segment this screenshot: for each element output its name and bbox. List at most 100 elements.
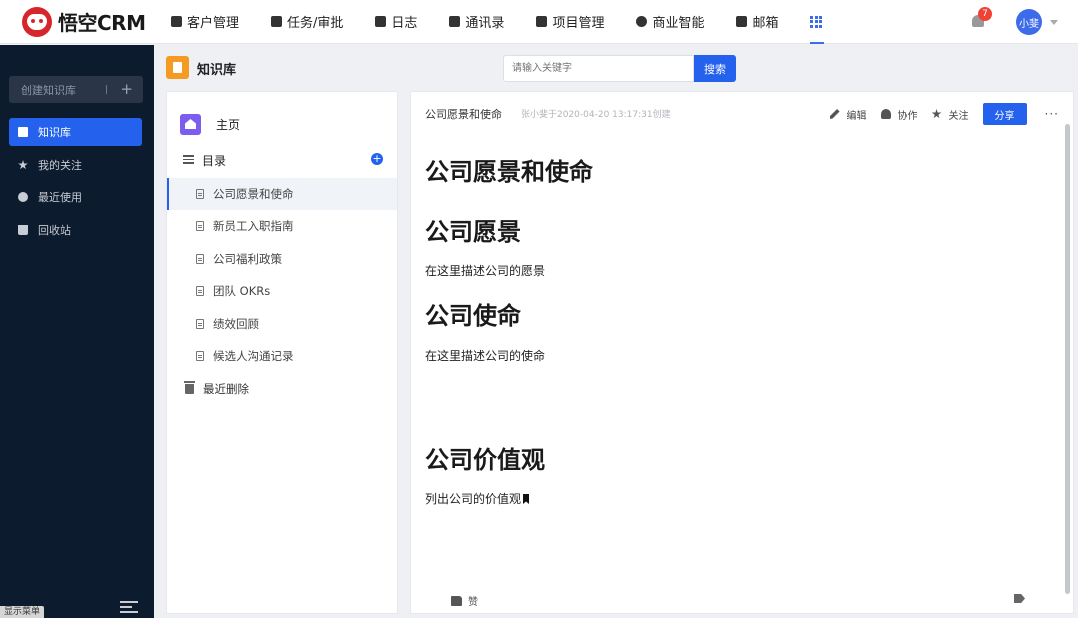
collaborate-label: 协作 <box>897 110 918 122</box>
doc-heading: 公司愿景 <box>425 218 521 246</box>
home-label: 主页 <box>216 118 241 132</box>
tree-doc-label: 新员工入职指南 <box>213 219 294 233</box>
contacts-icon <box>449 16 461 27</box>
nav-label: 商业智能 <box>652 16 705 31</box>
tree-doc-item[interactable]: 新员工入职指南 <box>167 210 397 242</box>
tree-doc-item[interactable]: 候选人沟通记录 <box>167 340 397 372</box>
recently-deleted-label: 最近删除 <box>203 382 249 396</box>
notification-badge: 7 <box>978 7 992 21</box>
search-input[interactable] <box>503 55 694 82</box>
content-header: 知识库 搜索 <box>154 45 1078 91</box>
doc-tree-panel: 主页 目录 + 公司愿景和使命 新员工入职指南 公司福利政策 团队 OKRs 绩… <box>166 91 398 614</box>
create-knowledge-base-button[interactable]: 创建知识库 + <box>9 76 143 103</box>
list-icon <box>183 155 194 166</box>
collapse-menu-icon[interactable] <box>120 601 138 616</box>
doc-heading: 公司价值观 <box>425 446 545 474</box>
left-sidebar: 创建知识库 + 知识库 我的关注 最近使用 回收站 <box>0 45 154 618</box>
nav-item-bi[interactable]: 商业智能 <box>620 0 720 44</box>
search-button[interactable]: 搜索 <box>694 55 736 82</box>
clock-icon <box>18 192 28 202</box>
doc-paragraph: 在这里描述公司的使命 <box>425 349 546 363</box>
create-kb-label: 创建知识库 <box>21 83 76 97</box>
document-icon <box>196 254 204 264</box>
add-doc-icon[interactable]: + <box>371 153 383 165</box>
doc-heading: 公司愿景和使命 <box>425 158 593 186</box>
nav-label: 客户管理 <box>187 16 240 31</box>
tree-doc-label: 团队 OKRs <box>213 284 271 298</box>
doc-header-title: 公司愿景和使命 <box>425 108 502 121</box>
building-icon <box>171 16 182 27</box>
star-icon <box>18 160 28 170</box>
top-navbar: 悟空CRM 客户管理 任务/审批 日志 通讯录 项目管理 商业智能 邮箱 7 小… <box>0 0 1078 44</box>
chevron-down-icon[interactable] <box>1050 19 1058 25</box>
tree-doc-item[interactable]: 公司福利政策 <box>167 243 397 275</box>
tree-toc-header: 目录 + <box>183 152 383 169</box>
sidebar-item-my-follows[interactable]: 我的关注 <box>9 151 142 179</box>
document-icon <box>196 319 204 329</box>
scrollbar[interactable] <box>1065 124 1070 594</box>
divider <box>106 85 107 94</box>
doc-paragraph-values: 列出公司的价值观 <box>425 490 530 507</box>
tree-doc-label: 绩效回顾 <box>213 317 259 331</box>
document-icon <box>196 221 204 231</box>
doc-meta: 张小斐于2020-04-20 13:17:31创建 <box>521 110 671 120</box>
tree-doc-label: 公司愿景和使命 <box>213 187 294 201</box>
shield-check-icon <box>636 16 648 27</box>
avatar[interactable]: 小斐 <box>1016 9 1042 35</box>
project-icon <box>536 16 548 27</box>
doc-actions: 编辑 协作 关注 分享 ··· <box>829 103 1059 125</box>
toc-label: 目录 <box>202 154 227 168</box>
plus-icon[interactable]: + <box>120 80 133 98</box>
edit-label: 编辑 <box>846 110 867 122</box>
like-label: 赞 <box>468 597 478 608</box>
trash-icon <box>184 381 195 394</box>
nav-item-projects[interactable]: 项目管理 <box>520 0 620 44</box>
collaborate-button[interactable]: 协作 <box>880 107 918 122</box>
sidebar-item-label: 知识库 <box>38 126 71 139</box>
document-panel: 公司愿景和使命 张小斐于2020-04-20 13:17:31创建 编辑 协作 … <box>410 91 1074 614</box>
home-icon <box>180 114 201 135</box>
share-button[interactable]: 分享 <box>982 103 1027 125</box>
bookmark-icon <box>523 494 530 504</box>
tree-doc-item[interactable]: 绩效回顾 <box>167 308 397 340</box>
knowledge-base-icon <box>166 56 189 79</box>
sidebar-item-knowledge-base[interactable]: 知识库 <box>9 118 142 146</box>
sidebar-item-recent[interactable]: 最近使用 <box>9 183 142 211</box>
sidebar-item-recycle-bin[interactable]: 回收站 <box>9 216 142 244</box>
doc-paragraph: 列出公司的价值观 <box>425 492 522 506</box>
people-icon <box>880 109 891 119</box>
notification-button[interactable]: 7 <box>972 7 992 29</box>
like-button[interactable]: 赞 <box>451 593 478 608</box>
nav-item-tasks[interactable]: 任务/审批 <box>255 0 359 44</box>
more-options-icon[interactable]: ··· <box>1045 107 1059 121</box>
tree-doc-item[interactable]: 公司愿景和使命 <box>167 178 397 210</box>
nav-item-contacts[interactable]: 通讯录 <box>433 0 520 44</box>
nav-label: 任务/审批 <box>287 16 344 31</box>
tree-recently-deleted[interactable]: 最近删除 <box>184 381 249 397</box>
nav-item-log[interactable]: 日志 <box>359 0 433 44</box>
nav-item-mail[interactable]: 邮箱 <box>720 0 794 44</box>
nav-label: 日志 <box>391 16 418 31</box>
tree-doc-label: 候选人沟通记录 <box>213 349 294 363</box>
sidebar-item-label: 我的关注 <box>38 159 82 172</box>
doc-paragraph: 在这里描述公司的愿景 <box>425 264 546 278</box>
nav-item-customers[interactable]: 客户管理 <box>155 0 255 44</box>
monkey-logo-icon <box>22 6 52 37</box>
nav-label: 项目管理 <box>552 16 605 31</box>
page-title: 知识库 <box>197 63 237 78</box>
book-icon <box>18 127 28 137</box>
tag-icon[interactable] <box>1014 594 1025 603</box>
document-icon <box>196 351 204 361</box>
tree-home-item[interactable]: 主页 <box>180 114 240 135</box>
app-logo[interactable]: 悟空CRM <box>0 6 155 37</box>
tree-doc-item[interactable]: 团队 OKRs <box>167 275 397 307</box>
doc-heading: 公司使命 <box>425 302 521 330</box>
follow-label: 关注 <box>948 110 969 122</box>
logo-text: 悟空CRM <box>58 11 146 35</box>
document-icon <box>196 286 204 296</box>
user-area: 7 小斐 <box>972 0 1058 44</box>
edit-button[interactable]: 编辑 <box>829 107 867 122</box>
follow-button[interactable]: 关注 <box>931 107 969 122</box>
apps-grid-button[interactable] <box>794 0 838 44</box>
show-menu-label[interactable]: 显示菜单 <box>0 606 45 618</box>
